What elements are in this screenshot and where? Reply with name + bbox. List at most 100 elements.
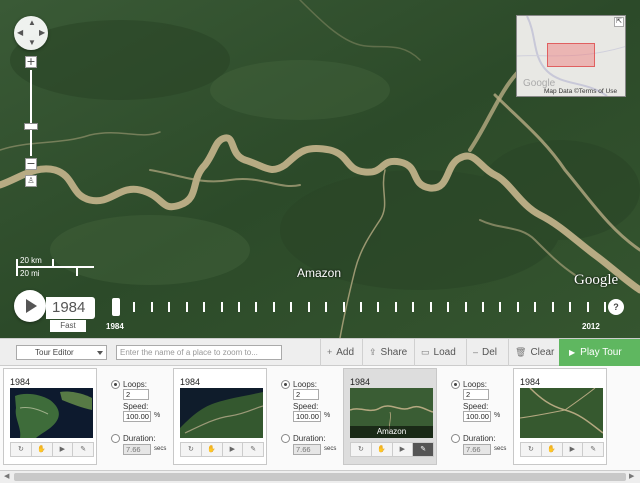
- loops-field[interactable]: 2: [123, 389, 149, 400]
- comment-icon[interactable]: ✎: [582, 442, 604, 457]
- timeline-year-tick[interactable]: [447, 302, 450, 312]
- timeline-year-tick[interactable]: [551, 302, 554, 312]
- minimap-viewport[interactable]: [547, 43, 595, 67]
- timeline-year-tick[interactable]: [133, 302, 136, 312]
- loop-icon[interactable]: ↻: [520, 442, 542, 457]
- timeline-year-tick[interactable]: [238, 302, 240, 312]
- hand-icon[interactable]: ✋: [540, 442, 563, 457]
- timeline-year-tick[interactable]: [203, 302, 206, 312]
- timeline-year-tick[interactable]: [255, 302, 258, 312]
- tour-frame[interactable]: 1984 ↻ ✋ ▶ ✎: [173, 368, 267, 465]
- clear-button[interactable]: 🗑 Clear: [508, 339, 559, 366]
- hand-icon[interactable]: ✋: [30, 442, 53, 457]
- timeline-year-tick[interactable]: [185, 302, 188, 312]
- duration-radio[interactable]: [111, 434, 120, 443]
- scroll-left-icon[interactable]: ◀: [4, 472, 9, 480]
- pegman-icon[interactable]: ♙: [25, 175, 37, 187]
- tour-frame[interactable]: 1984 ↻ ✋ ▶ ✎: [513, 368, 607, 465]
- timeline-year-tick[interactable]: [394, 302, 397, 312]
- hand-icon[interactable]: ✋: [200, 442, 223, 457]
- pan-up-icon[interactable]: ▲: [28, 19, 36, 27]
- timeline-year-tick[interactable]: [499, 302, 502, 312]
- play-icon[interactable]: ▶: [561, 442, 584, 457]
- share-button[interactable]: ⇪ Share: [362, 339, 414, 366]
- frame-thumbnail[interactable]: [520, 388, 603, 438]
- satellite-map[interactable]: ▲ ▼ ◀ ▶ + − ♙ 20 km 20 mi Amazon Google …: [0, 0, 640, 338]
- timeline-ticks[interactable]: [116, 302, 606, 312]
- timeline-year-tick[interactable]: [516, 302, 519, 312]
- loop-icon[interactable]: ↻: [350, 442, 372, 457]
- speed-field[interactable]: 100.00: [293, 411, 321, 422]
- timeline-year-tick[interactable]: [429, 302, 432, 312]
- timeline-year-tick[interactable]: [150, 302, 153, 312]
- play-tour-button[interactable]: ▶ Play Tour: [559, 339, 640, 366]
- hand-icon[interactable]: ✋: [370, 442, 393, 457]
- timeline-year-tick[interactable]: [534, 302, 537, 312]
- comment-icon[interactable]: ✎: [412, 442, 434, 457]
- timeline-year-tick[interactable]: [342, 302, 345, 312]
- pan-control[interactable]: ▲ ▼ ◀ ▶: [14, 16, 48, 50]
- loop-icon[interactable]: ↻: [180, 442, 202, 457]
- comment-icon[interactable]: ✎: [242, 442, 264, 457]
- comment-icon[interactable]: ✎: [72, 442, 94, 457]
- pan-down-icon[interactable]: ▼: [28, 39, 36, 47]
- horizontal-scrollbar[interactable]: ◀ ▶: [0, 470, 640, 483]
- zoom-slider-handle[interactable]: [24, 123, 38, 130]
- duration-radio[interactable]: [451, 434, 460, 443]
- timeline-year-tick[interactable]: [412, 302, 415, 312]
- timeline-year-tick[interactable]: [220, 302, 223, 312]
- timeline-year-tick[interactable]: [168, 302, 171, 312]
- speed-field[interactable]: 100.00: [463, 411, 491, 422]
- loops-radio[interactable]: [111, 380, 120, 389]
- duration-field: 7.66: [123, 444, 151, 455]
- timeline-year-tick[interactable]: [464, 302, 467, 312]
- timeline-year-tick[interactable]: [325, 302, 328, 312]
- loop-icon[interactable]: ↻: [10, 442, 32, 457]
- frame-thumbnail[interactable]: Amazon: [350, 388, 433, 438]
- load-button[interactable]: ▭ Load: [414, 339, 466, 366]
- timeline-year-tick[interactable]: [604, 302, 606, 312]
- zoom-out-button[interactable]: −: [25, 158, 37, 170]
- mode-dropdown[interactable]: Tour Editor: [16, 345, 107, 360]
- speed-field[interactable]: 100.00: [123, 411, 151, 422]
- timeline-year-tick[interactable]: [272, 302, 275, 312]
- loops-radio[interactable]: [281, 380, 290, 389]
- timeline-year-tick[interactable]: [482, 302, 484, 312]
- play-icon[interactable]: ▶: [51, 442, 74, 457]
- loops-radio[interactable]: [451, 380, 460, 389]
- timeline-year-tick[interactable]: [360, 302, 362, 312]
- timeline-year-tick[interactable]: [586, 302, 589, 312]
- frame-controls: ↻ ✋ ▶ ✎: [520, 442, 604, 457]
- pan-right-icon[interactable]: ▶: [39, 29, 45, 37]
- loops-field[interactable]: 2: [293, 389, 319, 400]
- speed-unit: %: [494, 412, 501, 419]
- frame-thumbnail[interactable]: [10, 388, 93, 438]
- timelapse-play-button[interactable]: [14, 290, 46, 322]
- help-button[interactable]: ?: [608, 299, 624, 315]
- timeline-year-tick[interactable]: [307, 302, 310, 312]
- play-icon[interactable]: ▶: [391, 442, 414, 457]
- play-icon[interactable]: ▶: [221, 442, 244, 457]
- zoom-slider-track[interactable]: [30, 70, 32, 156]
- loops-field[interactable]: 2: [463, 389, 489, 400]
- timeline-year-tick[interactable]: [377, 302, 380, 312]
- tour-frame-selected[interactable]: 1984 Amazon ↻ ✋ ▶ ✎: [343, 368, 437, 465]
- timeline-year-tick[interactable]: [290, 302, 293, 312]
- timeline-handle[interactable]: [112, 298, 120, 316]
- add-button[interactable]: + Add: [320, 339, 362, 366]
- expand-icon[interactable]: ⇱: [614, 17, 624, 27]
- zoom-in-button[interactable]: +: [25, 56, 37, 68]
- timeline-year-tick[interactable]: [569, 302, 572, 312]
- speed-toggle[interactable]: Fast: [50, 320, 86, 332]
- frame-thumbnail[interactable]: [180, 388, 263, 438]
- pan-left-icon[interactable]: ◀: [17, 29, 23, 37]
- loops-label: Loops:: [123, 380, 148, 389]
- map-attribution[interactable]: Map Data ©Terms of Use: [544, 88, 617, 95]
- scroll-right-icon[interactable]: ▶: [629, 472, 634, 480]
- delete-button[interactable]: – Del: [466, 339, 508, 366]
- duration-radio[interactable]: [281, 434, 290, 443]
- tour-frame[interactable]: 1984 ↻ ✋ ▶ ✎: [3, 368, 97, 465]
- overview-minimap[interactable]: ⇱ Google Map Data ©Terms of Use: [516, 15, 626, 97]
- scrollbar-thumb[interactable]: [14, 473, 626, 481]
- place-search-input[interactable]: [116, 345, 282, 360]
